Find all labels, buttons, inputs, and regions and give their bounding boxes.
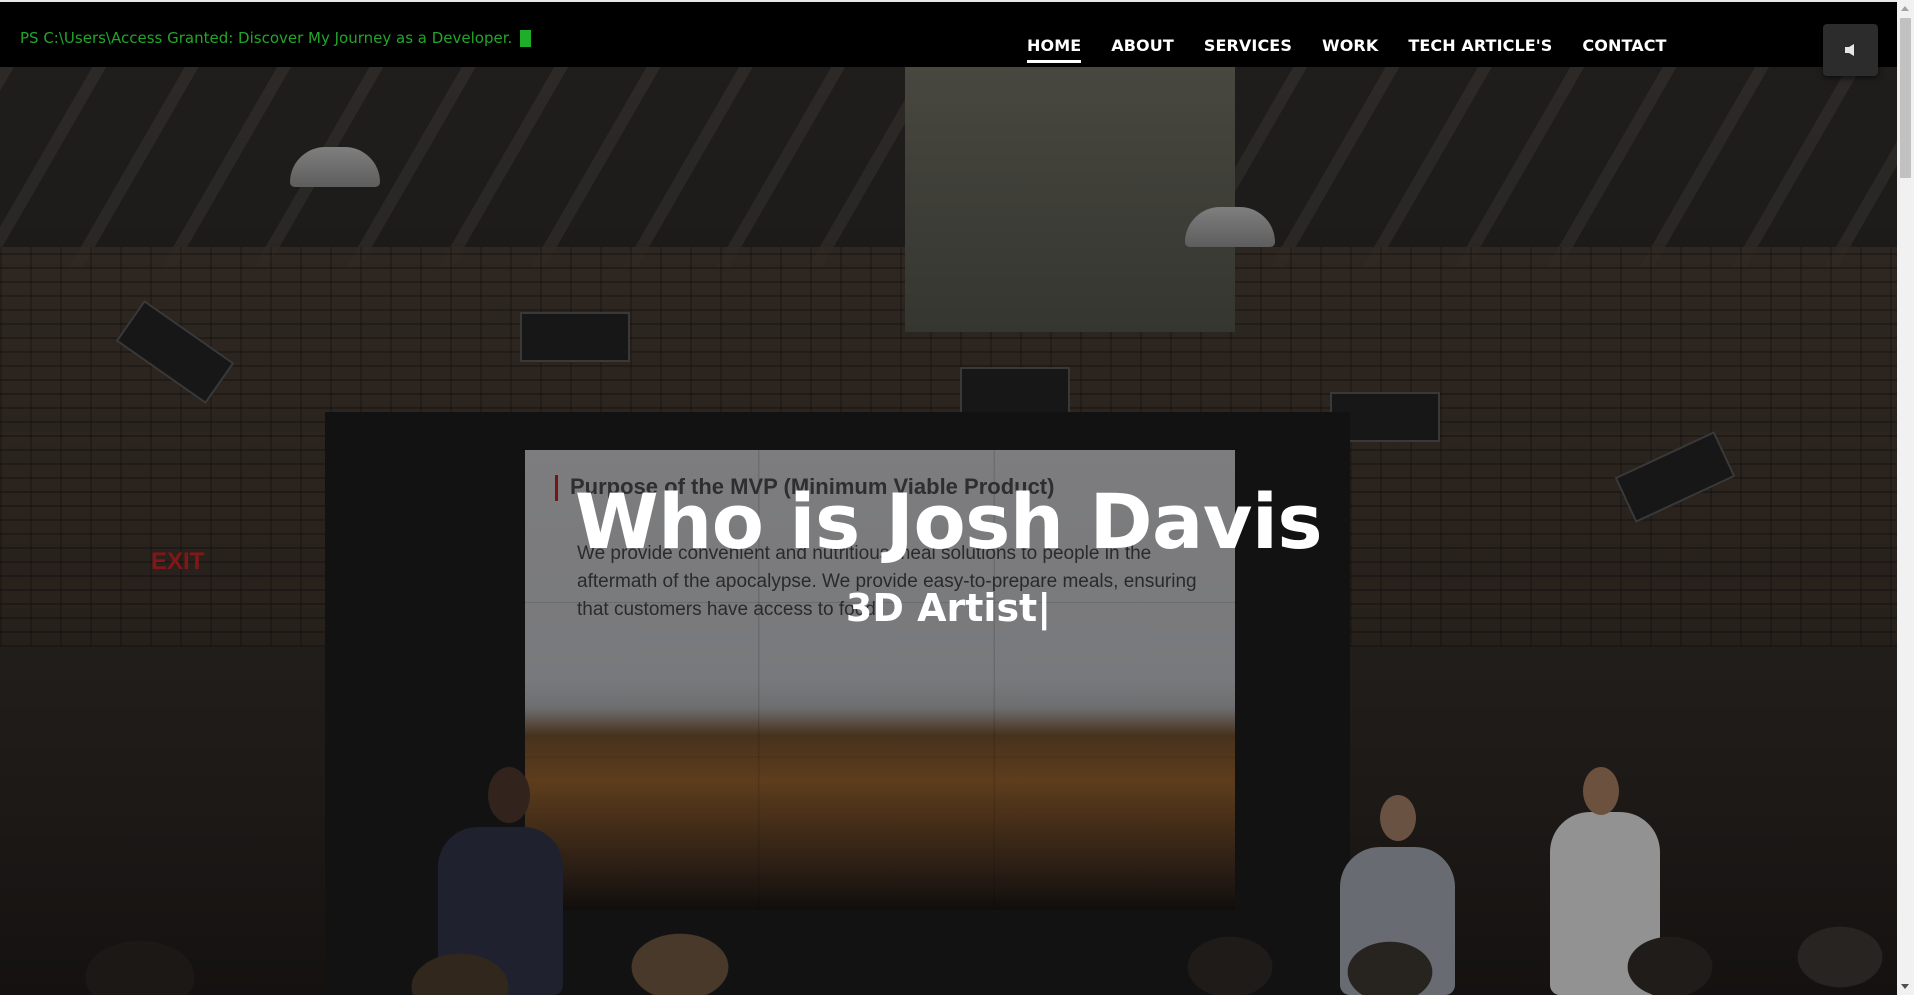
hero-title-visible: Who is Josh Davis — [574, 477, 1323, 566]
nav-item-about[interactable]: ABOUT — [1111, 36, 1174, 55]
scroll-down-arrow-icon[interactable] — [1901, 984, 1909, 989]
terminal-cursor — [520, 29, 532, 47]
nav-item-home[interactable]: HOME — [1027, 36, 1082, 63]
nav-item-contact[interactable]: CONTACT — [1582, 36, 1666, 55]
speaker-icon — [1844, 44, 1854, 56]
nav-item-work[interactable]: WORK — [1322, 36, 1378, 55]
scrollbar-thumb[interactable] — [1900, 18, 1911, 178]
vertical-scrollbar[interactable] — [1897, 0, 1914, 995]
portfolio-page: Purpose of the MVP (Minimum Viable Produ… — [0, 0, 1914, 995]
terminal-prompt: PS C:\Users\Access Granted: Discover My … — [20, 28, 532, 48]
terminal-text: PS C:\Users\Access Granted: Discover My … — [20, 29, 513, 47]
nav-item-services[interactable]: SERVICES — [1204, 36, 1292, 55]
scroll-up-arrow-icon[interactable] — [1901, 6, 1909, 11]
nav-item-tech-articles[interactable]: TECH ARTICLE'S — [1408, 36, 1552, 55]
top-navigation-bar: PS C:\Users\Access Granted: Discover My … — [0, 0, 1897, 76]
hero-subtitle: 3D Artist| — [845, 586, 1052, 630]
main-nav: HOME ABOUT SERVICES WORK TECH ARTICLE'S … — [1027, 36, 1697, 63]
sound-toggle-button[interactable] — [1823, 24, 1878, 76]
